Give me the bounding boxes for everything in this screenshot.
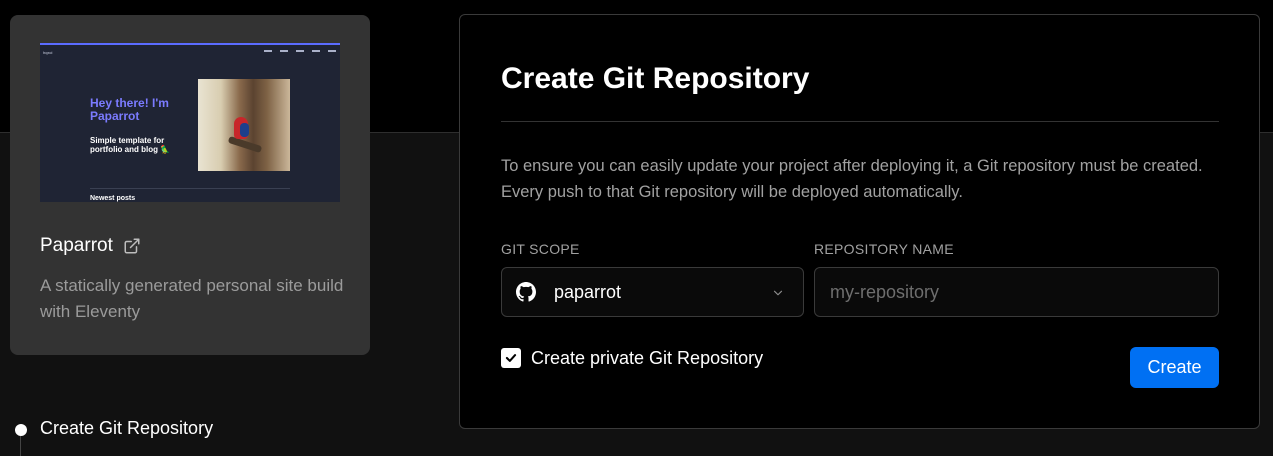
template-title-link[interactable]: Paparrot [40,235,141,257]
preview-hero-title: Hey there! I'm Paparrot [90,96,169,123]
preview-hero-subtitle: Simple template for portfolio and blog 🦜 [90,136,171,154]
template-description: A statically generated personal site bui… [40,276,344,321]
checkmark-icon [505,354,517,362]
git-scope-value: paparrot [554,281,622,302]
step-indicator-dot [15,424,27,436]
preview-parrot-photo [198,79,290,171]
panel-description: To ensure you can easily update your pro… [501,157,1203,201]
repository-name-label: REPOSITORY NAME [814,241,954,257]
create-button[interactable]: Create [1130,347,1219,388]
preview-nav [264,50,336,52]
panel-divider [501,121,1219,122]
private-repository-label[interactable]: Create private Git Repository [531,348,763,369]
preview-section-heading: Newest posts [90,195,136,202]
step-label-create-git-repository: Create Git Repository [40,418,214,438]
chevron-down-icon [773,290,783,296]
template-preview-image[interactable]: hqxci Hey there! I'm Paparrot Simple tem… [40,43,340,202]
template-card[interactable]: hqxci Hey there! I'm Paparrot Simple tem… [10,15,370,355]
git-scope-label: GIT SCOPE [501,241,580,257]
panel-title: Create Git Repository [501,62,810,95]
github-icon [516,282,536,302]
git-scope-select[interactable]: paparrot [501,267,804,317]
preview-brand: hqxci [43,50,53,55]
repository-name-input[interactable] [814,267,1219,317]
create-git-repository-panel: Create Git Repository To ensure you can … [459,14,1260,429]
preview-divider [90,188,290,189]
template-name[interactable]: Paparrot [40,235,113,257]
external-link-icon[interactable] [123,237,141,255]
step-connector-line [20,436,21,456]
private-repository-checkbox[interactable] [501,348,521,368]
